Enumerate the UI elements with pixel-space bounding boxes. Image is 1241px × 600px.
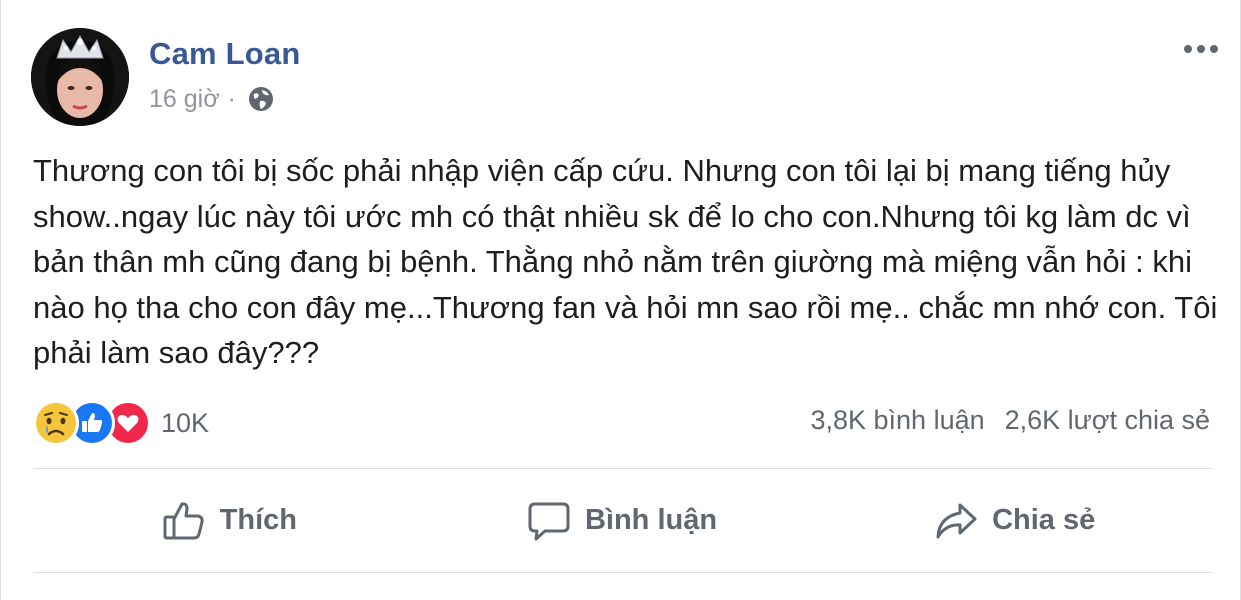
share-label: Chia sẻ (992, 504, 1096, 536)
avatar[interactable] (31, 28, 129, 126)
post-meta: 16 giờ · (149, 84, 276, 114)
like-label: Thích (219, 504, 297, 536)
more-options-button[interactable] (1177, 32, 1225, 66)
more-dot-icon (1184, 45, 1192, 53)
like-button[interactable]: Thích (33, 469, 426, 572)
share-arrow-icon (936, 503, 977, 538)
meta-separator: · (227, 84, 236, 113)
comment-bubble-icon (528, 502, 570, 540)
divider (33, 572, 1211, 573)
globe-icon[interactable] (246, 84, 276, 114)
engagement-stats: 3,8K bình luận 2,6K lượt chia sẻ (810, 405, 1210, 436)
reactions-summary[interactable]: 10K (33, 399, 209, 447)
share-count[interactable]: 2,6K lượt chia sẻ (1005, 405, 1210, 436)
more-dot-icon (1210, 45, 1218, 53)
author-name[interactable]: Cam Loan (149, 36, 300, 72)
comment-count[interactable]: 3,8K bình luận (810, 405, 984, 436)
reaction-count[interactable]: 10K (161, 408, 209, 439)
post-text: Thương con tôi bị sốc phải nhập viện cấp… (33, 153, 1218, 370)
post-time[interactable]: 16 giờ (149, 85, 220, 114)
comment-label: Bình luận (584, 504, 718, 536)
sad-icon (33, 400, 79, 446)
post-card: Cam Loan 16 giờ · Thương con tôi bị sốc … (0, 0, 1241, 600)
thumbs-up-icon (163, 501, 204, 539)
comment-button[interactable]: Bình luận (426, 469, 819, 572)
more-dot-icon (1197, 45, 1205, 53)
action-bar: Thích Bình luận Chia sẻ (33, 469, 1211, 572)
share-button[interactable]: Chia sẻ (818, 469, 1211, 572)
profile-photo (31, 28, 129, 126)
